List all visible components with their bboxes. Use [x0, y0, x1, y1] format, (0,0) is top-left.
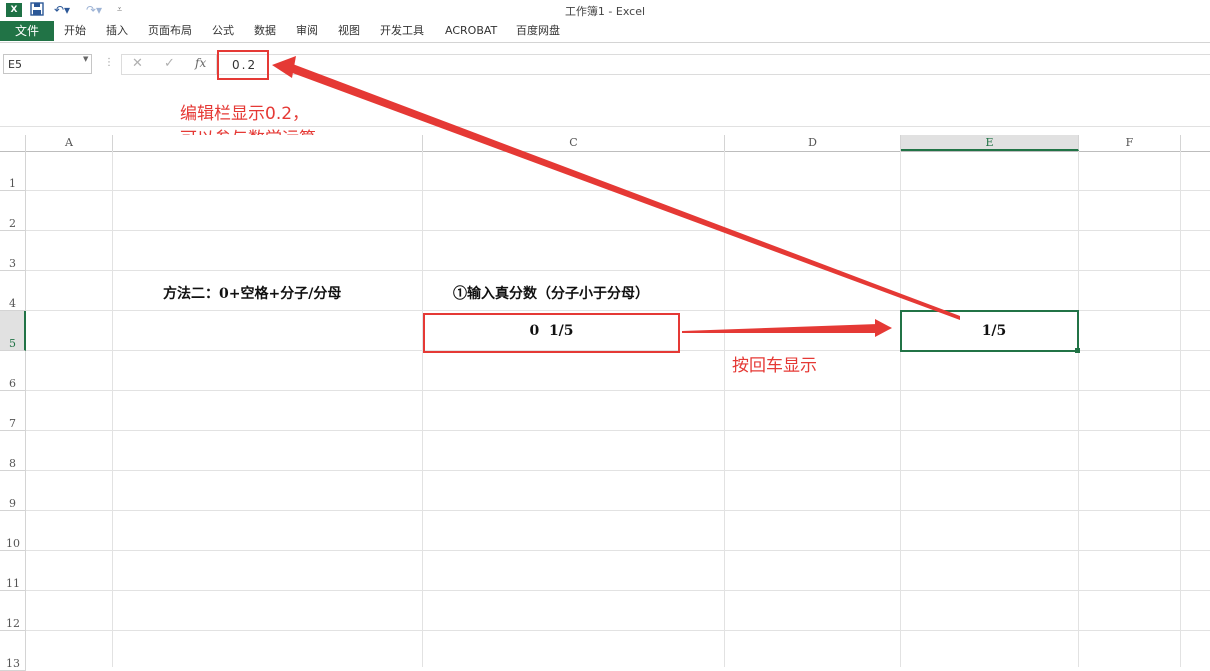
arrow-to-formula-bar — [272, 56, 960, 320]
annotation-arrows — [272, 56, 960, 337]
arrow-to-e5 — [682, 319, 892, 337]
